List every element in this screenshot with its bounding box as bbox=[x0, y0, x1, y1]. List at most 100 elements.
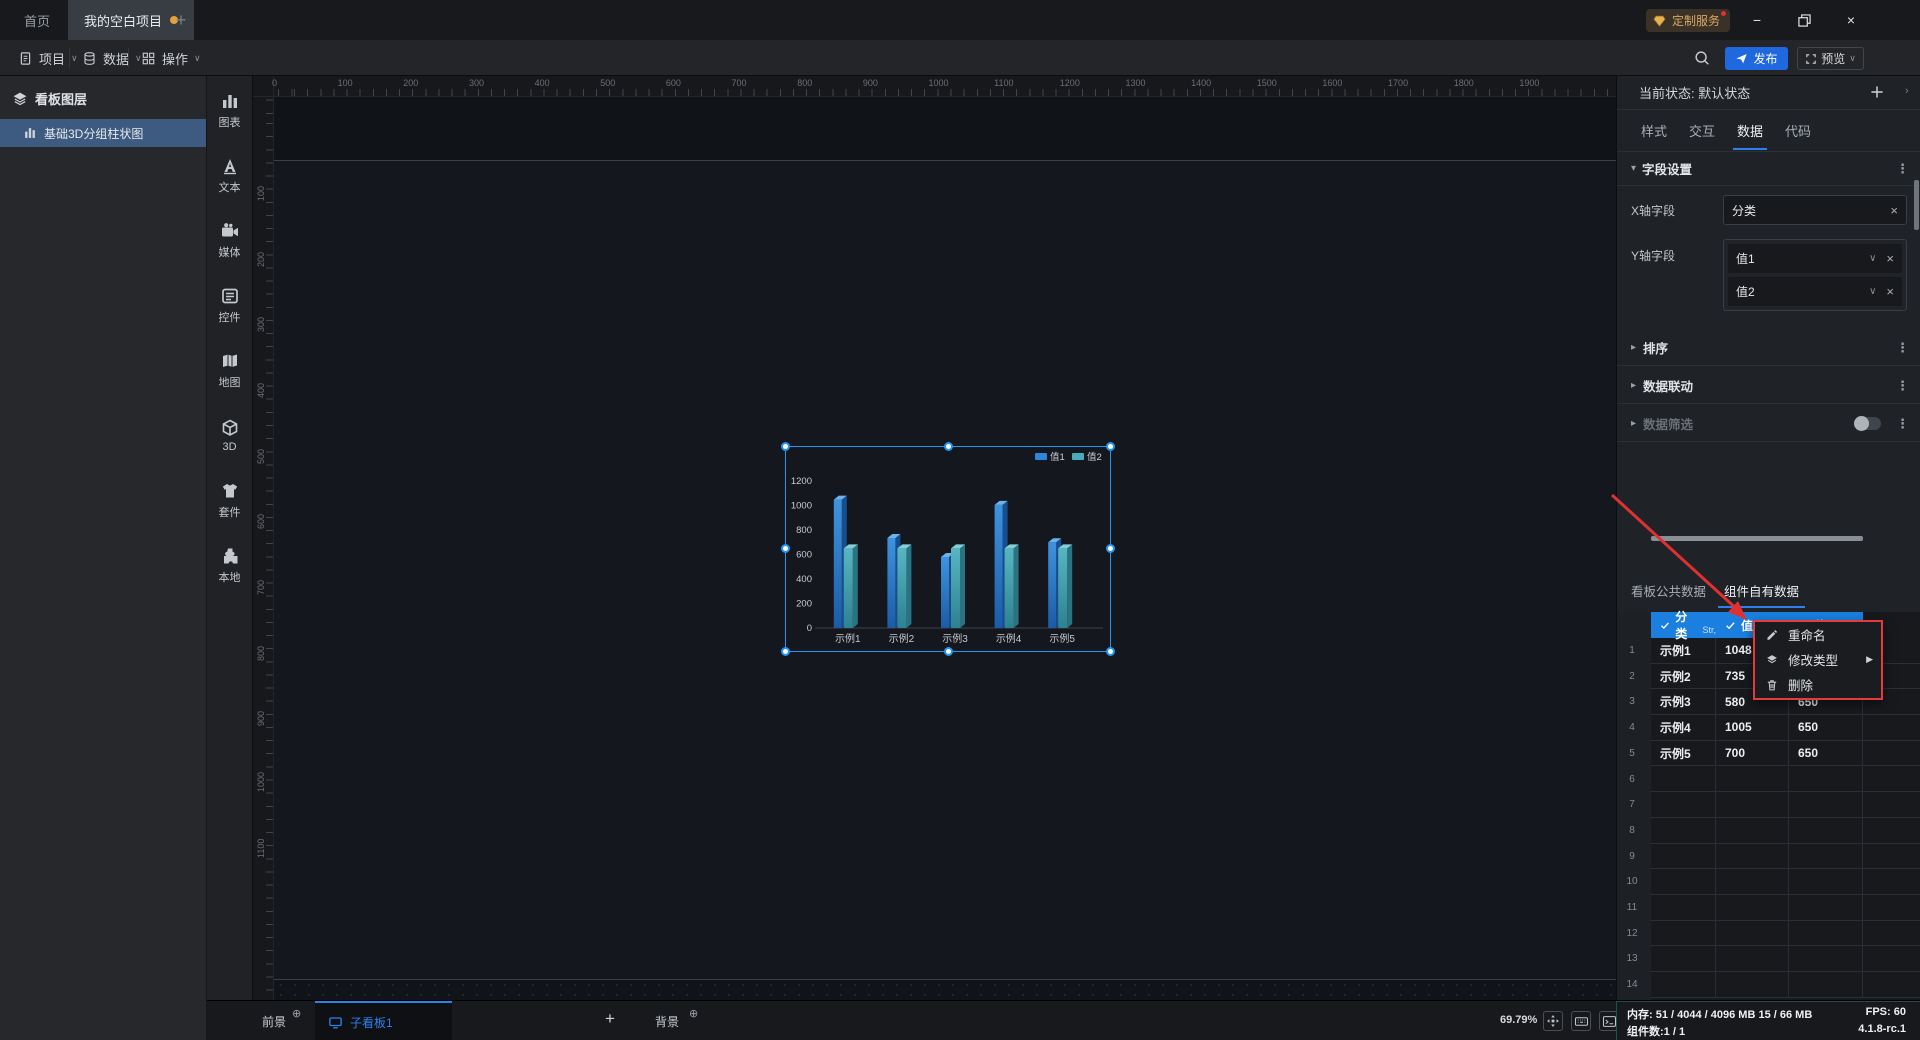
toolbox-item-本地[interactable]: 本地 bbox=[207, 534, 252, 596]
kebab-menu-icon[interactable]: ⋮ bbox=[1896, 378, 1909, 394]
table-cell[interactable] bbox=[1789, 766, 1863, 793]
resize-handle-w[interactable] bbox=[781, 544, 790, 553]
kebab-menu-icon[interactable]: ⋮ bbox=[1896, 161, 1909, 177]
table-cell[interactable] bbox=[1863, 792, 1920, 818]
table-cell[interactable] bbox=[1716, 920, 1789, 947]
table-cell[interactable] bbox=[1863, 767, 1920, 793]
search-icon[interactable] bbox=[1693, 49, 1711, 72]
add-background-icon[interactable]: ⊕ bbox=[689, 1007, 698, 1020]
resize-handle-se[interactable] bbox=[1106, 647, 1115, 656]
table-cell[interactable]: 示例4 bbox=[1651, 715, 1716, 741]
section-toggle-off[interactable] bbox=[1854, 416, 1881, 431]
table-cell[interactable] bbox=[1651, 946, 1716, 973]
toolbox-item-媒体[interactable]: 媒体 bbox=[207, 209, 252, 271]
inspector-tab-数据[interactable]: 数据 bbox=[1733, 111, 1768, 150]
tab-home[interactable]: 首页 bbox=[8, 0, 66, 40]
table-cell[interactable] bbox=[1716, 869, 1789, 895]
context-menu-item-重命名[interactable]: 重命名 bbox=[1755, 622, 1881, 647]
table-cell[interactable] bbox=[1651, 792, 1716, 818]
clear-field-icon[interactable]: × bbox=[1886, 251, 1894, 266]
resize-handle-ne[interactable] bbox=[1106, 442, 1115, 451]
resize-handle-s[interactable] bbox=[944, 647, 953, 656]
table-cell[interactable]: 700 bbox=[1716, 740, 1789, 767]
table-cell[interactable] bbox=[1651, 972, 1716, 998]
toolbox-item-图表[interactable]: 图表 bbox=[207, 79, 252, 141]
keyboard-shortcuts-icon[interactable] bbox=[1571, 1011, 1591, 1031]
add-board-button[interactable]: + bbox=[605, 1009, 615, 1029]
table-cell[interactable] bbox=[1651, 920, 1716, 947]
window-maximize-button[interactable] bbox=[1789, 8, 1819, 32]
table-cell[interactable]: 示例3 bbox=[1651, 689, 1716, 716]
context-menu-item-修改类型[interactable]: 修改类型 ▶ bbox=[1755, 647, 1881, 672]
table-cell[interactable]: 示例5 bbox=[1651, 740, 1716, 767]
add-state-button[interactable] bbox=[1869, 84, 1885, 103]
table-cell[interactable] bbox=[1863, 715, 1920, 741]
resize-handle-e[interactable] bbox=[1106, 544, 1115, 553]
inspector-tab-代码[interactable]: 代码 bbox=[1783, 111, 1813, 150]
toolbox-item-文本[interactable]: 文本 bbox=[207, 144, 252, 206]
field-settings-header[interactable]: ▾ 字段设置 ⋮ bbox=[1617, 152, 1920, 186]
table-cell[interactable] bbox=[1789, 869, 1863, 895]
table-cell[interactable]: 1005 bbox=[1716, 715, 1789, 741]
table-cell[interactable] bbox=[1651, 766, 1716, 793]
table-cell[interactable] bbox=[1651, 895, 1716, 921]
kebab-menu-icon[interactable]: ⋮ bbox=[1896, 340, 1909, 356]
table-cell[interactable]: 650 bbox=[1789, 740, 1863, 767]
table-cell[interactable] bbox=[1789, 972, 1863, 998]
table-cell[interactable] bbox=[1651, 817, 1716, 844]
publish-button[interactable]: 发布 bbox=[1725, 47, 1788, 70]
table-cell[interactable] bbox=[1863, 895, 1920, 921]
toolbox-item-套件[interactable]: 套件 bbox=[207, 469, 252, 531]
custom-service-badge[interactable]: 定制服务 bbox=[1646, 9, 1731, 32]
resize-handle-nw[interactable] bbox=[781, 442, 790, 451]
table-cell[interactable] bbox=[1789, 817, 1863, 844]
window-minimize-button[interactable]: − bbox=[1742, 8, 1772, 32]
table-vertical-scrollbar[interactable] bbox=[1914, 180, 1919, 230]
table-cell[interactable] bbox=[1863, 972, 1920, 998]
x-axis-field-input[interactable]: 分类 × bbox=[1723, 195, 1907, 225]
table-cell[interactable] bbox=[1716, 766, 1789, 793]
foreground-label[interactable]: 前景 bbox=[262, 1013, 286, 1030]
add-foreground-icon[interactable]: ⊕ bbox=[292, 1007, 301, 1020]
table-cell[interactable] bbox=[1716, 895, 1789, 921]
toolbox-item-控件[interactable]: 控件 bbox=[207, 274, 252, 336]
table-cell[interactable] bbox=[1789, 895, 1863, 921]
y-axis-field-select[interactable]: 值1 ∨ × bbox=[1728, 244, 1902, 273]
fit-to-screen-icon[interactable] bbox=[1543, 1011, 1563, 1031]
toolbox-item-地图[interactable]: 地图 bbox=[207, 339, 252, 401]
expand-states-arrow[interactable]: › bbox=[1905, 85, 1909, 97]
clear-field-icon[interactable]: × bbox=[1890, 203, 1898, 218]
resize-handle-n[interactable] bbox=[944, 442, 953, 451]
table-cell[interactable]: 示例1 bbox=[1651, 638, 1716, 664]
table-cell[interactable] bbox=[1716, 946, 1789, 973]
column-header-分类[interactable]: 分类 Str, bbox=[1651, 610, 1716, 641]
table-cell[interactable] bbox=[1863, 741, 1920, 767]
resize-handle-sw[interactable] bbox=[781, 647, 790, 656]
toolbox-item-3D[interactable]: 3D bbox=[207, 404, 252, 466]
table-cell[interactable] bbox=[1789, 843, 1863, 870]
table-cell[interactable] bbox=[1863, 921, 1920, 947]
section-排序[interactable]: ▸ 排序 ⋮ bbox=[1617, 330, 1920, 366]
new-tab-button[interactable]: + bbox=[168, 8, 194, 32]
selection-box[interactable] bbox=[781, 442, 1115, 656]
table-cell[interactable] bbox=[1863, 946, 1920, 973]
data-source-tab-看板公共数据[interactable]: 看板公共数据 bbox=[1629, 573, 1708, 608]
layer-item[interactable]: 基础3D分组柱状图 bbox=[0, 119, 206, 147]
window-close-button[interactable]: × bbox=[1836, 8, 1866, 32]
table-cell[interactable] bbox=[1789, 946, 1863, 973]
clear-field-icon[interactable]: × bbox=[1886, 284, 1894, 299]
table-cell[interactable] bbox=[1716, 817, 1789, 844]
table-cell[interactable] bbox=[1863, 844, 1920, 870]
sub-board-tab[interactable]: 子看板1 bbox=[315, 1001, 452, 1040]
menu-action[interactable]: 操作 ∨ bbox=[131, 40, 211, 76]
inspector-tab-样式[interactable]: 样式 bbox=[1639, 111, 1669, 150]
y-axis-field-select[interactable]: 值2 ∨ × bbox=[1728, 277, 1902, 306]
table-cell[interactable] bbox=[1716, 972, 1789, 998]
table-cell[interactable]: 650 bbox=[1789, 715, 1863, 741]
table-cell[interactable] bbox=[1863, 869, 1920, 895]
zoom-level[interactable]: 69.79% bbox=[1500, 1014, 1537, 1026]
inspector-tab-交互[interactable]: 交互 bbox=[1687, 111, 1717, 150]
table-cell[interactable] bbox=[1863, 818, 1920, 844]
section-数据筛选[interactable]: ▸ 数据筛选 ⋮ bbox=[1617, 406, 1920, 442]
section-数据联动[interactable]: ▸ 数据联动 ⋮ bbox=[1617, 368, 1920, 404]
